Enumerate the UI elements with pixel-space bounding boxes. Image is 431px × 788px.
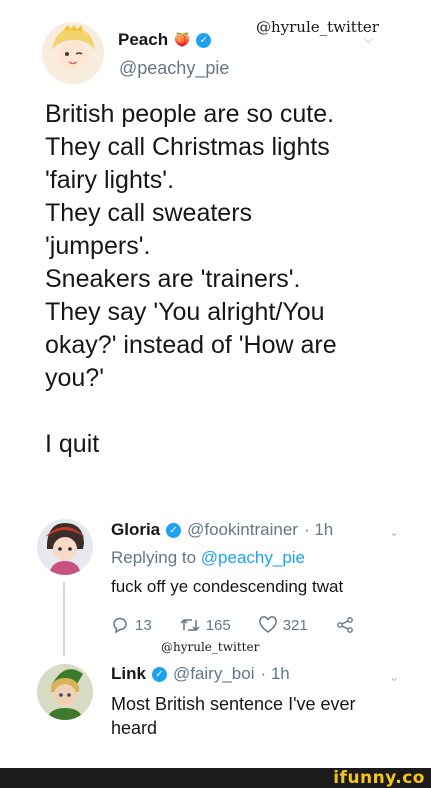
tweet-line: They say 'You alright/You <box>45 298 325 326</box>
tweet-line: 'jumpers'. <box>45 232 151 260</box>
ifunny-logo: ifunny.co <box>333 768 425 788</box>
tweet-line: you?' <box>45 364 104 392</box>
watermark-middle: @hyrule_twitter <box>161 640 260 654</box>
retweet-button[interactable]: 165 <box>180 616 231 634</box>
tweet-line: okay?' instead of 'How are <box>45 331 337 359</box>
replying-to-link[interactable]: @peachy_pie <box>201 548 305 567</box>
tweet-line: They call Christmas lights <box>45 133 330 161</box>
reply-count: 13 <box>135 616 152 634</box>
tweet-author[interactable]: Peach 🍑 ✓ <box>118 30 212 50</box>
verified-icon: ✓ <box>196 32 212 48</box>
tweet-line: British people are so cute. <box>45 100 335 128</box>
thread-line <box>63 582 65 656</box>
retweet-icon <box>180 618 200 632</box>
watermark-top: @hyrule_twitter <box>256 18 379 36</box>
reply-author-name[interactable]: Gloria <box>111 520 160 540</box>
share-button[interactable] <box>336 616 354 634</box>
tweet-line: I quit <box>45 430 100 458</box>
reply-text-line: Most British sentence I've ever <box>111 694 356 714</box>
avatar[interactable] <box>37 519 93 575</box>
footer-bar: ifunny.co <box>0 768 431 788</box>
reply-author-name[interactable]: Link <box>111 664 146 684</box>
verified-icon: ✓ <box>151 666 167 682</box>
reply-text: fuck off ye condescending twat <box>111 577 344 596</box>
avatar-peach-icon <box>42 22 104 84</box>
reply-button[interactable]: 13 <box>111 616 152 634</box>
reply-header: Gloria ✓ @fookintrainer · 1h <box>111 520 333 540</box>
like-count: 321 <box>282 616 308 634</box>
peach-emoji-icon: 🍑 <box>174 32 191 47</box>
chevron-down-icon[interactable]: ⌵ <box>364 32 373 47</box>
reply-icon <box>113 617 127 634</box>
reply-author-handle[interactable]: @fairy_boi <box>173 664 255 684</box>
like-button[interactable]: 321 <box>258 616 308 634</box>
tweet-line: Sneakers are 'trainers'. <box>45 265 301 293</box>
replying-prefix: Replying to <box>111 548 197 567</box>
author-handle[interactable]: @peachy_pie <box>119 58 229 79</box>
reply-text-line: heard <box>111 718 158 738</box>
avatar[interactable] <box>42 22 104 84</box>
reply-time: · 1h <box>260 664 290 683</box>
tweet-line: They call sweaters <box>45 199 253 227</box>
author-name: Peach <box>118 30 169 49</box>
avatar-link-icon <box>37 664 93 720</box>
reply-time: · 1h <box>303 520 334 539</box>
replying-to: Replying to @peachy_pie <box>111 548 305 568</box>
tweet-line <box>45 395 415 428</box>
reply-text: Most British sentence I've ever heard <box>111 692 356 740</box>
avatar[interactable] <box>37 664 93 720</box>
reply-author-handle[interactable]: @fookintrainer <box>187 520 298 540</box>
share-icon <box>336 617 353 633</box>
reply-header: Link ✓ @fairy_boi · 1h <box>111 664 290 684</box>
verified-icon: ✓ <box>166 522 182 538</box>
retweet-count: 165 <box>205 616 231 634</box>
tweet-text: British people are so cute. They call Ch… <box>45 98 415 461</box>
tweet-line: 'fairy lights'. <box>45 166 175 194</box>
avatar-gloria-icon <box>37 519 93 575</box>
heart-icon <box>258 616 277 633</box>
chevron-down-icon[interactable]: ⌄ <box>389 670 399 684</box>
chevron-down-icon[interactable]: ⌄ <box>389 525 399 539</box>
tweet-actions: 13 165 321 <box>111 616 354 634</box>
